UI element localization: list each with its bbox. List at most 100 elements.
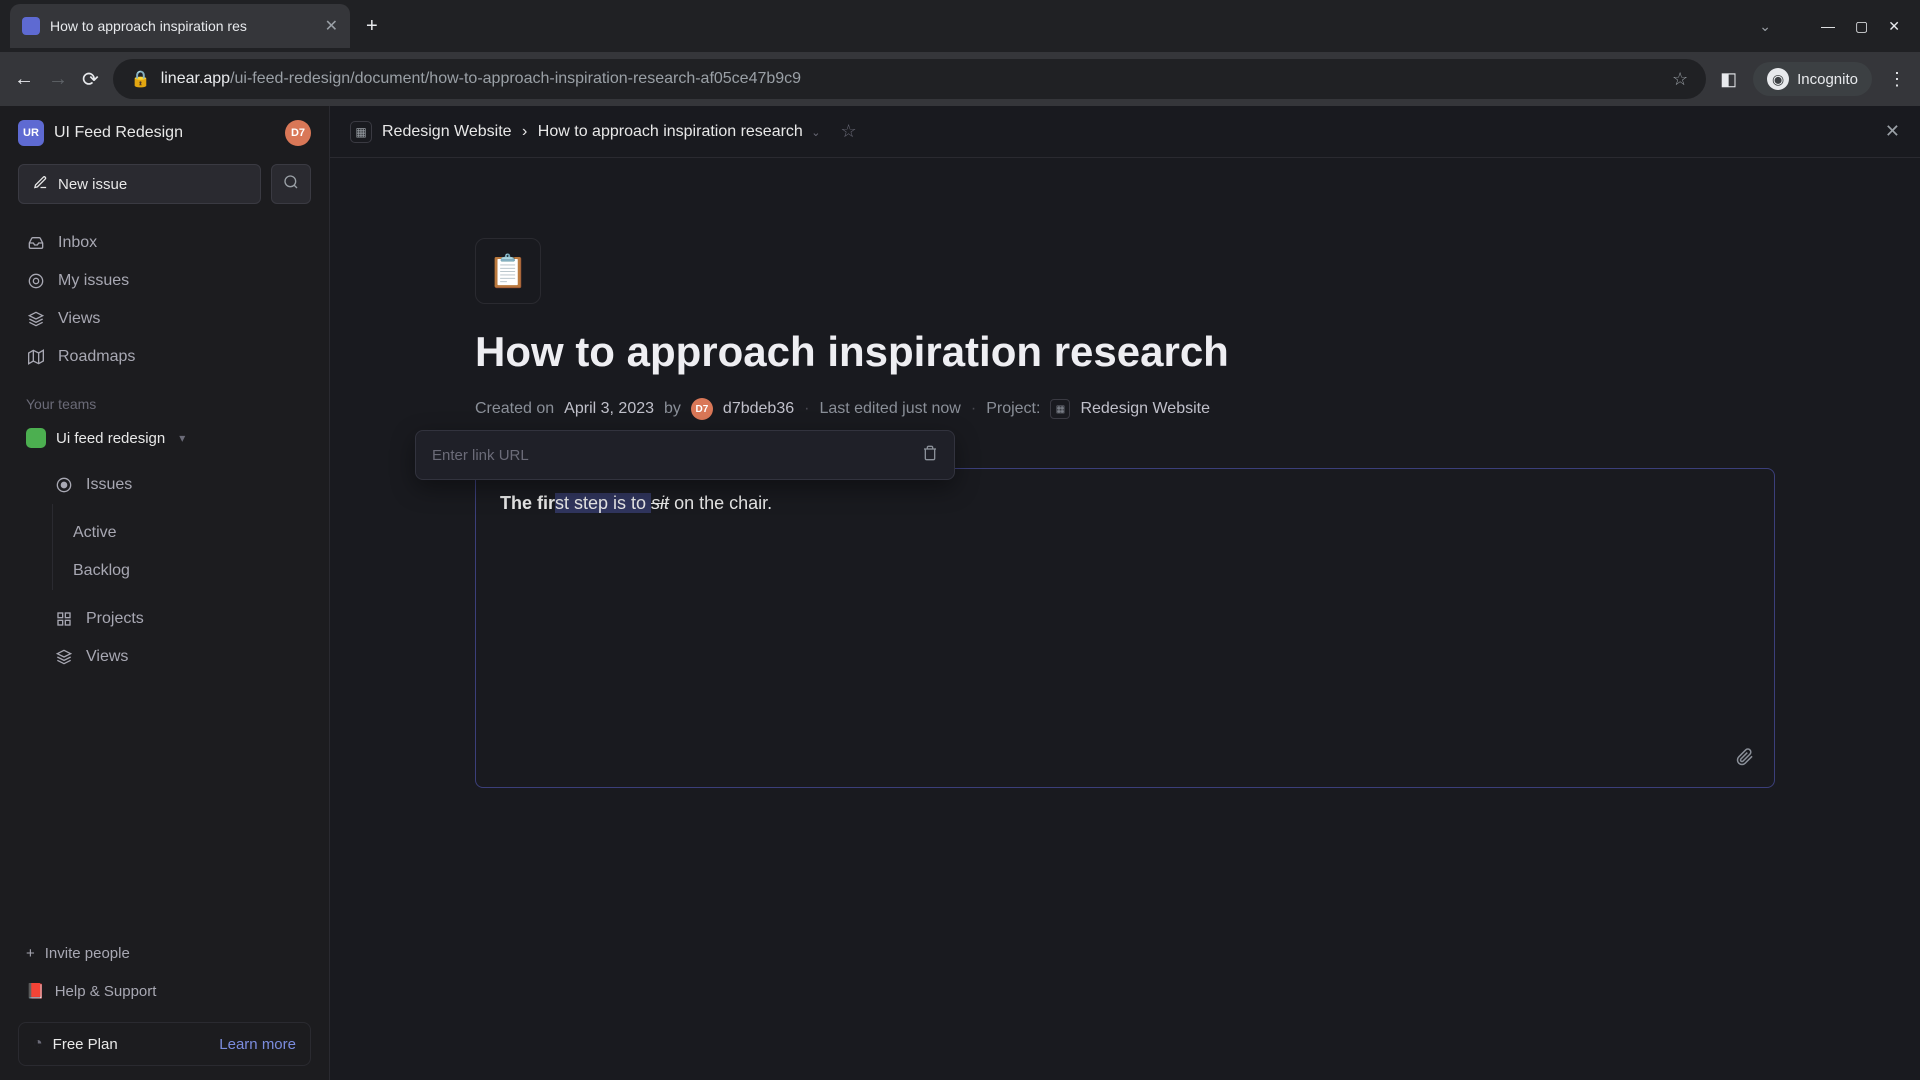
by-label: by	[664, 400, 681, 418]
workspace-badge: UR	[18, 120, 44, 146]
attachment-button[interactable]	[1736, 748, 1754, 771]
new-issue-label: New issue	[58, 176, 127, 193]
document-editor[interactable]: The first step is to sit on the chair.	[475, 468, 1775, 788]
separator: ·	[804, 400, 809, 418]
sidebar-item-label: Inbox	[58, 234, 97, 252]
sidebar-item-label: Projects	[86, 610, 144, 628]
document-meta: Created on April 3, 2023 by D7 d7bdeb36 …	[475, 398, 1775, 438]
workspace-name: UI Feed Redesign	[54, 124, 275, 142]
incognito-label: Incognito	[1797, 71, 1858, 88]
sidebar-item-roadmaps[interactable]: Roadmaps	[18, 338, 311, 376]
search-button[interactable]	[271, 164, 311, 204]
delete-link-button[interactable]	[922, 445, 938, 466]
search-icon	[283, 174, 299, 195]
breadcrumb[interactable]: Redesign Website › How to approach inspi…	[382, 123, 821, 141]
sidebar-item-label: Issues	[86, 476, 132, 494]
author-name[interactable]: d7bdeb36	[723, 400, 794, 418]
sidebar-item-team-views[interactable]: Views	[46, 638, 311, 676]
close-tab-icon[interactable]: ✕	[325, 16, 338, 36]
sidebar-item-label: Backlog	[73, 562, 130, 580]
book-icon: 📕	[26, 982, 45, 1000]
workspace-switcher[interactable]: UR UI Feed Redesign D7	[18, 120, 311, 146]
browser-menu-icon[interactable]: ⋮	[1888, 69, 1906, 90]
target-icon	[26, 273, 46, 289]
created-label: Created on	[475, 400, 554, 418]
chevron-down-icon[interactable]: ⌄	[811, 127, 820, 139]
document-title[interactable]: How to approach inspiration research	[475, 328, 1775, 376]
document-header: ▦ Redesign Website › How to approach ins…	[330, 106, 1920, 158]
browser-tab[interactable]: How to approach inspiration res ✕	[10, 4, 350, 48]
plan-name: Free Plan	[53, 1036, 210, 1053]
maximize-button[interactable]: ▢	[1855, 18, 1868, 35]
incognito-icon: ◉	[1767, 68, 1789, 90]
side-panel-icon[interactable]: ◧	[1720, 69, 1737, 90]
browser-tab-strip: How to approach inspiration res ✕ + ⌄ — …	[0, 0, 1920, 52]
last-edited: Last edited just now	[819, 400, 960, 418]
reload-button[interactable]: ⟳	[82, 67, 99, 92]
sidebar-item-active[interactable]: Active	[53, 514, 311, 552]
project-icon[interactable]: ▦	[350, 121, 372, 143]
tab-title: How to approach inspiration res	[50, 18, 315, 34]
sidebar-item-label: Active	[73, 524, 117, 542]
inbox-icon	[26, 235, 46, 251]
team-header[interactable]: Ui feed redesign ▾	[18, 420, 311, 456]
gauge-icon: ◔	[33, 1035, 43, 1053]
team-icon	[26, 428, 46, 448]
back-button[interactable]: ←	[14, 68, 34, 91]
help-label: Help & Support	[55, 983, 157, 1000]
learn-more-link[interactable]: Learn more	[219, 1036, 296, 1053]
sidebar-item-label: My issues	[58, 272, 129, 290]
link-url-input[interactable]	[432, 447, 922, 464]
issues-icon	[54, 477, 74, 493]
browser-toolbar: ← → ⟳ 🔒 linear.app/ui-feed-redesign/docu…	[0, 52, 1920, 106]
map-icon	[26, 349, 46, 365]
layers-icon	[26, 311, 46, 327]
tab-search-icon[interactable]: ⌄	[1759, 18, 1771, 35]
edit-icon	[33, 175, 48, 194]
close-window-button[interactable]: ✕	[1888, 18, 1900, 35]
user-avatar[interactable]: D7	[285, 120, 311, 146]
invite-people-button[interactable]: + Invite people	[18, 935, 311, 972]
forward-button[interactable]: →	[48, 68, 68, 91]
sidebar-item-inbox[interactable]: Inbox	[18, 224, 311, 262]
sidebar-item-my-issues[interactable]: My issues	[18, 262, 311, 300]
chevron-down-icon: ▾	[179, 431, 185, 445]
project-link[interactable]: Redesign Website	[1080, 400, 1210, 418]
editor-paragraph[interactable]: The first step is to sit on the chair.	[500, 489, 1750, 518]
incognito-badge[interactable]: ◉ Incognito	[1753, 62, 1872, 96]
new-issue-button[interactable]: New issue	[18, 164, 261, 204]
invite-label: Invite people	[45, 945, 130, 962]
author-avatar: D7	[691, 398, 713, 420]
bookmark-icon[interactable]: ☆	[1672, 69, 1688, 90]
plus-icon: +	[26, 945, 35, 962]
separator: ·	[971, 400, 976, 418]
sidebar-item-label: Roadmaps	[58, 348, 135, 366]
project-label: Project:	[986, 400, 1040, 418]
minimize-button[interactable]: —	[1821, 18, 1835, 35]
link-url-popup	[415, 430, 955, 480]
close-doc-button[interactable]: ✕	[1885, 121, 1900, 142]
project-icon: ▦	[1050, 399, 1070, 419]
clipboard-icon: 📋	[488, 252, 528, 290]
sidebar-item-views[interactable]: Views	[18, 300, 311, 338]
teams-section-label: Your teams	[26, 396, 311, 412]
favorite-button[interactable]: ☆	[841, 121, 857, 142]
help-support-button[interactable]: 📕 Help & Support	[18, 972, 311, 1010]
layers-icon	[54, 649, 74, 665]
window-controls: ⌄ — ▢ ✕	[1759, 18, 1920, 35]
new-tab-button[interactable]: +	[366, 15, 378, 38]
created-date: April 3, 2023	[564, 400, 654, 418]
sidebar-item-projects[interactable]: Projects	[46, 600, 311, 638]
sidebar-item-label: Views	[86, 648, 128, 666]
sidebar: UR UI Feed Redesign D7 New issue	[0, 106, 330, 1080]
lock-icon: 🔒	[131, 69, 151, 89]
favicon	[22, 17, 40, 35]
sidebar-item-backlog[interactable]: Backlog	[53, 552, 311, 590]
main-content: ▦ Redesign Website › How to approach ins…	[330, 106, 1920, 1080]
url-host: linear.app/ui-feed-redesign/document/how…	[161, 70, 801, 88]
document-emoji-picker[interactable]: 📋	[475, 238, 541, 304]
grid-icon	[54, 611, 74, 627]
sidebar-item-label: Views	[58, 310, 100, 328]
address-bar[interactable]: 🔒 linear.app/ui-feed-redesign/document/h…	[113, 59, 1706, 99]
sidebar-item-issues[interactable]: Issues	[46, 466, 311, 504]
